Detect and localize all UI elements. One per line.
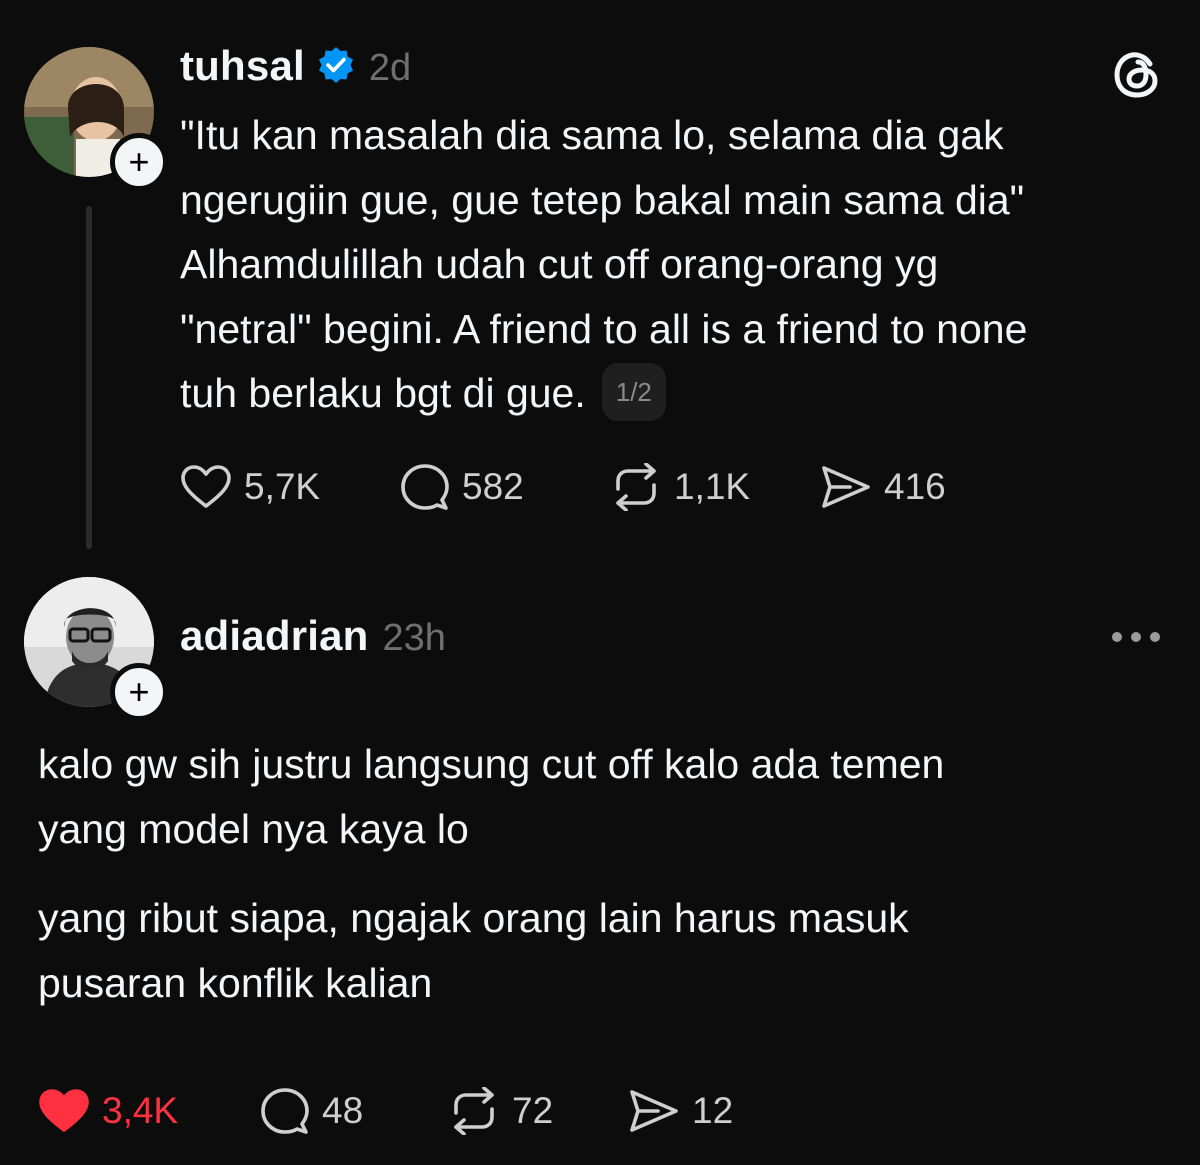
post-time[interactable]: 23h <box>383 617 446 660</box>
threads-logo-icon[interactable] <box>1110 48 1164 102</box>
post-header: adiadrian 23h <box>180 612 446 660</box>
repost-count: 1,1K <box>674 466 751 507</box>
post-actions: 5,7K 582 1,1K 416 <box>180 462 946 512</box>
post-actions: 3,4K 48 72 12 <box>38 1086 733 1136</box>
more-options-icon[interactable] <box>1112 632 1160 642</box>
comment-icon <box>401 464 449 510</box>
heart-icon <box>39 1089 89 1132</box>
like-count: 3,4K <box>102 1090 179 1131</box>
reply-button[interactable]: 582 <box>400 462 610 512</box>
send-icon <box>630 1090 678 1132</box>
username[interactable]: adiadrian <box>180 612 369 660</box>
share-button[interactable]: 12 <box>628 1088 733 1134</box>
follow-plus-icon[interactable]: + <box>110 133 168 191</box>
thread-page-indicator: 1/2 <box>601 363 666 422</box>
repost-icon <box>616 463 656 511</box>
post-text-paragraph-1: kalo gw sih justru langsung cut off kalo… <box>38 741 945 852</box>
like-button[interactable]: 3,4K <box>38 1088 260 1134</box>
username[interactable]: tuhsal <box>180 42 305 90</box>
post-header: tuhsal 2d <box>180 42 411 90</box>
reply-count: 582 <box>462 466 524 507</box>
follow-plus-icon[interactable]: + <box>110 663 168 721</box>
repost-count: 72 <box>512 1090 554 1131</box>
verified-badge-icon <box>318 47 353 83</box>
avatar[interactable]: + <box>24 577 168 721</box>
reply-button[interactable]: 48 <box>260 1086 448 1136</box>
heart-icon <box>181 465 231 508</box>
share-count: 12 <box>692 1090 734 1131</box>
repost-button[interactable]: 72 <box>448 1087 628 1135</box>
share-count: 416 <box>884 466 946 507</box>
post-text-paragraph-2: yang ribut siapa, ngajak orang lain haru… <box>38 895 909 1006</box>
like-count: 5,7K <box>244 466 321 507</box>
avatar[interactable]: + <box>24 47 168 191</box>
share-button[interactable]: 416 <box>820 464 946 510</box>
like-button[interactable]: 5,7K <box>180 464 400 510</box>
thread-connector-line <box>86 206 92 549</box>
send-icon <box>822 466 870 508</box>
reply-count: 48 <box>322 1090 364 1131</box>
repost-icon <box>454 1087 494 1135</box>
post-text-container: "Itu kan masalah dia sama lo, selama dia… <box>180 103 1170 426</box>
repost-button[interactable]: 1,1K <box>610 463 820 511</box>
post-time[interactable]: 2d <box>369 47 411 90</box>
comment-icon <box>261 1088 309 1134</box>
